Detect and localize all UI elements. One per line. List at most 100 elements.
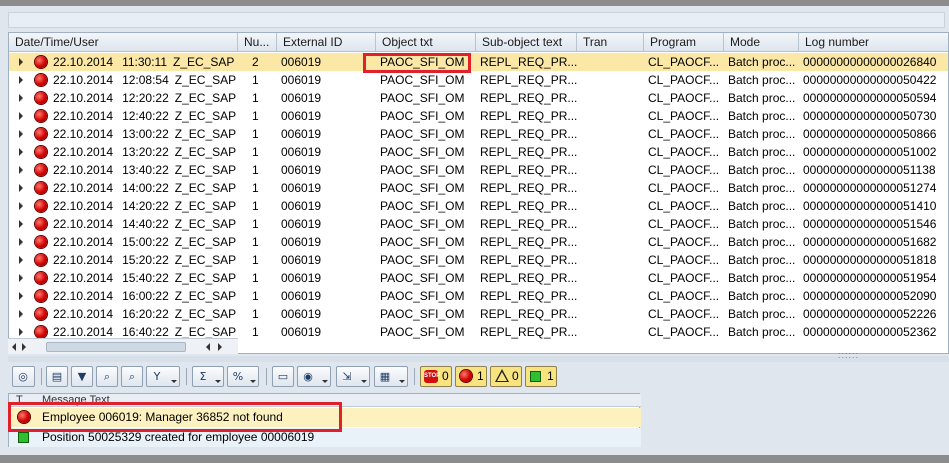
horizontal-scrollbar[interactable] — [8, 338, 238, 354]
expand-arrow-icon[interactable] — [19, 184, 23, 192]
table-row[interactable]: 22.10.2014 13:00:22 Z_EC_SAP 1 006019 PAOC_SF… — [9, 125, 948, 143]
expand-arrow-icon[interactable] — [19, 94, 23, 102]
table-row[interactable]: 22.10.2014 15:00:22 Z_EC_SAP 1 006019 PAOC_SF… — [9, 233, 948, 251]
date-text: 22.10.2014 — [53, 307, 114, 321]
program-cell: CL_PAOCF... — [648, 253, 720, 267]
table-row[interactable]: 22.10.2014 11:30:11 Z_EC_SAP 2 006019 PAOC_SF… — [9, 53, 948, 71]
table-row[interactable]: 22.10.2014 14:40:22 Z_EC_SAP 1 006019 PAOC_SF… — [9, 215, 948, 233]
expand-arrow-icon[interactable] — [19, 130, 23, 138]
pane-splitter[interactable]: :::::: — [8, 350, 949, 362]
datetime-cell: 22.10.2014 12:40:22 Z_EC_SAP — [49, 107, 238, 125]
lognum-cell: 00000000000000050422 — [803, 73, 937, 87]
column-header-datetime[interactable]: Date/Time/User — [9, 33, 238, 52]
scroll-right-icon[interactable] — [22, 343, 26, 351]
expand-arrow-icon[interactable] — [19, 328, 23, 336]
mode-cell: Batch proc... — [728, 127, 796, 141]
error-status-icon — [35, 92, 47, 104]
num-cell: 1 — [252, 217, 259, 231]
sum-icon[interactable]: Σ — [192, 366, 224, 387]
date-text: 22.10.2014 — [53, 91, 114, 105]
tran-cell — [577, 71, 644, 89]
date-text: 22.10.2014 — [53, 109, 114, 123]
table-row[interactable]: 22.10.2014 12:08:54 Z_EC_SAP 1 006019 PAOC_SF… — [9, 71, 948, 89]
tran-cell — [577, 323, 644, 341]
expand-arrow-icon[interactable] — [19, 238, 23, 246]
success-counter[interactable]: 1 — [525, 366, 557, 387]
expand-arrow-icon[interactable] — [19, 76, 23, 84]
objtxt-cell: PAOC_SFI_OM — [380, 163, 465, 177]
scroll-left-end-icon[interactable] — [206, 343, 210, 351]
scroll-right-end-icon[interactable] — [218, 343, 222, 351]
column-header-external-id[interactable]: External ID — [277, 33, 376, 52]
expand-arrow-icon[interactable] — [19, 292, 23, 300]
export-icon[interactable]: ⇲ — [336, 366, 370, 387]
find-next-icon[interactable]: ⌕ — [121, 366, 143, 387]
table-row[interactable]: 22.10.2014 12:40:22 Z_EC_SAP 1 006019 PAOC_SF… — [9, 107, 948, 125]
mode-cell: Batch proc... — [728, 199, 796, 213]
scroll-left-icon[interactable] — [12, 343, 16, 351]
message-highlight-box — [8, 402, 342, 432]
time-text: 16:00:22 — [122, 289, 169, 303]
column-header-tran[interactable]: Tran — [577, 33, 644, 52]
expand-arrow-icon[interactable] — [19, 202, 23, 210]
column-header-number[interactable]: Nu... — [238, 33, 277, 52]
program-cell: CL_PAOCF... — [648, 307, 720, 321]
expand-arrow-icon[interactable] — [19, 256, 23, 264]
message-list: T Message Text Employee 006019: Manager … — [8, 393, 641, 447]
table-row[interactable]: 22.10.2014 16:20:22 Z_EC_SAP 1 006019 PAOC_SF… — [9, 305, 948, 323]
subtotal-icon[interactable]: % — [227, 366, 259, 387]
find-icon[interactable]: ⌕ — [96, 366, 118, 387]
warning-icon — [495, 369, 509, 382]
print-icon[interactable]: ▤ — [46, 366, 68, 387]
table-row[interactable]: 22.10.2014 15:20:22 Z_EC_SAP 1 006019 PAOC_SF… — [9, 251, 948, 269]
date-text: 22.10.2014 — [53, 235, 114, 249]
table-row[interactable]: 22.10.2014 15:40:22 Z_EC_SAP 1 006019 PAOC_SF… — [9, 269, 948, 287]
column-header-subobject-text[interactable]: Sub-object text — [476, 33, 577, 52]
glasses-icon[interactable]: ◎ — [12, 366, 35, 387]
date-text: 22.10.2014 — [53, 271, 114, 285]
column-header-program[interactable]: Program — [644, 33, 724, 52]
expand-arrow-icon[interactable] — [19, 112, 23, 120]
objtxt-cell: PAOC_SFI_OM — [380, 289, 465, 303]
stop-counter[interactable]: STOP 0 — [420, 366, 452, 387]
tran-cell — [577, 269, 644, 287]
error-counter[interactable]: 1 — [455, 366, 487, 387]
objtxt-cell: PAOC_SFI_OM — [380, 91, 465, 105]
expand-arrow-icon[interactable] — [19, 310, 23, 318]
objtxt-cell: PAOC_SFI_OM — [380, 127, 465, 141]
table-row[interactable]: 22.10.2014 14:00:22 Z_EC_SAP 1 006019 PAOC_SF… — [9, 179, 948, 197]
expand-arrow-icon[interactable] — [19, 166, 23, 174]
extid-cell: 006019 — [281, 307, 322, 321]
table-row[interactable]: 22.10.2014 13:20:22 Z_EC_SAP 1 006019 PAOC_SF… — [9, 143, 948, 161]
table-row[interactable]: 22.10.2014 13:40:22 Z_EC_SAP 1 006019 PAOC_SF… — [9, 161, 948, 179]
filter-dropdown-icon[interactable]: Y — [146, 366, 180, 387]
filter-icon[interactable]: ▼ — [71, 366, 93, 387]
subobj-cell: REPL_REQ_PR... — [480, 109, 577, 123]
column-header-mode[interactable]: Mode — [724, 33, 799, 52]
views-icon[interactable]: ◉ — [297, 366, 331, 387]
log-grid[interactable]: Date/Time/User Nu... External ID Object … — [8, 32, 949, 354]
user-text: Z_EC_SAP — [173, 55, 235, 69]
scrollbar-thumb[interactable] — [46, 342, 186, 352]
splitter-grip-icon[interactable]: :::::: — [838, 350, 859, 360]
column-header-log-number[interactable]: Log number — [799, 33, 948, 52]
expand-arrow-icon[interactable] — [19, 274, 23, 282]
column-header-object-text[interactable]: Object txt — [376, 33, 476, 52]
objtxt-cell: PAOC_SFI_OM — [380, 199, 465, 213]
table-row[interactable]: 22.10.2014 16:00:22 Z_EC_SAP 1 006019 PAOC_SF… — [9, 287, 948, 305]
print-preview-icon[interactable]: ▭ — [272, 366, 294, 387]
subobj-cell: REPL_REQ_PR... — [480, 253, 577, 267]
change-layout-icon[interactable]: ▦ — [374, 366, 408, 387]
expand-arrow-icon[interactable] — [19, 58, 23, 66]
warning-counter[interactable]: 0 — [490, 366, 522, 387]
error-status-icon — [35, 74, 47, 86]
expand-arrow-icon[interactable] — [19, 148, 23, 156]
datetime-cell: 22.10.2014 15:40:22 Z_EC_SAP — [49, 269, 238, 287]
expand-arrow-icon[interactable] — [19, 220, 23, 228]
subobj-cell: REPL_REQ_PR... — [480, 91, 577, 105]
extid-cell: 006019 — [281, 73, 322, 87]
user-text: Z_EC_SAP — [174, 181, 237, 195]
table-row[interactable]: 22.10.2014 14:20:22 Z_EC_SAP 1 006019 PAOC_SF… — [9, 197, 948, 215]
table-row[interactable]: 22.10.2014 12:20:22 Z_EC_SAP 1 006019 PAOC_SF… — [9, 89, 948, 107]
objtxt-cell: PAOC_SFI_OM — [380, 271, 465, 285]
